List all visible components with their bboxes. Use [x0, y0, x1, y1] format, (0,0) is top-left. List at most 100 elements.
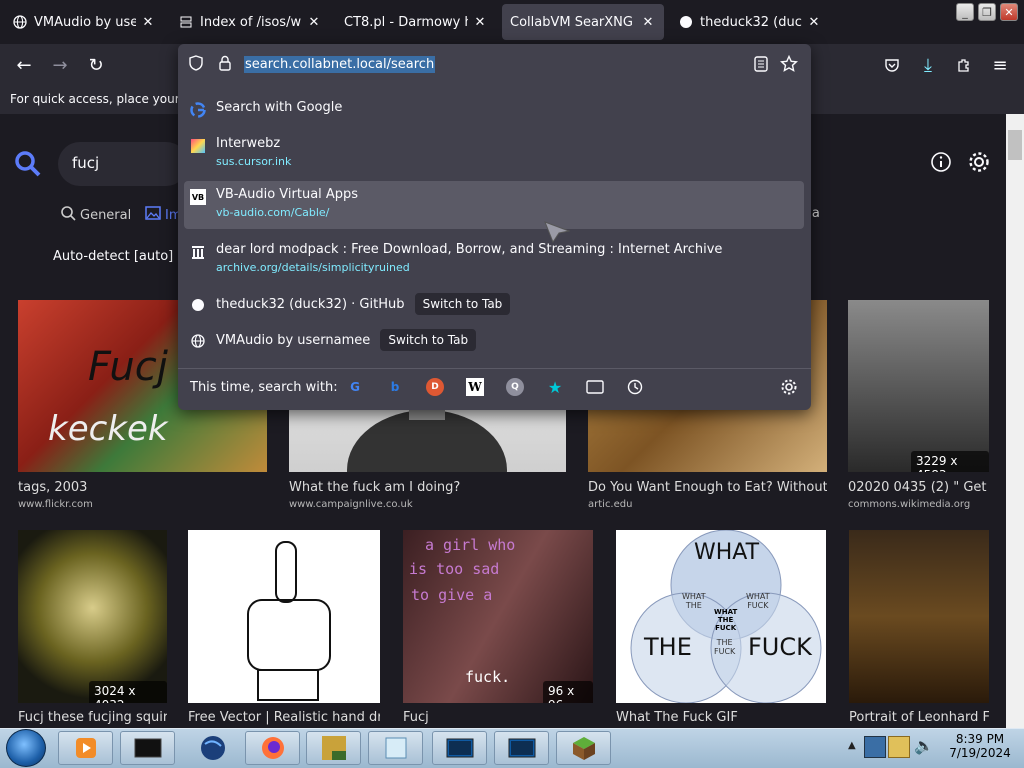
category-general[interactable]: General — [60, 205, 131, 225]
google-icon[interactable]: G — [346, 378, 364, 396]
result-image[interactable]: 3024 x 4032 — [18, 530, 167, 703]
duckduckgo-icon[interactable]: D — [426, 378, 444, 396]
suggestion-url: archive.org/details/simplicityruined — [216, 261, 410, 274]
tab-label: CT8.pl - Darmowy hostin — [344, 14, 468, 30]
svg-text:to give a: to give a — [411, 586, 492, 604]
tab-ct8[interactable]: CT8.pl - Darmowy hostin ✕ — [336, 4, 496, 40]
search-engine-icon[interactable]: Q — [506, 378, 524, 396]
gear-icon[interactable] — [967, 150, 991, 178]
scrollbar[interactable] — [1006, 114, 1024, 728]
minecraft-icon[interactable] — [556, 731, 611, 765]
extensions-icon[interactable] — [950, 51, 978, 79]
close-icon[interactable]: ✕ — [306, 15, 322, 30]
venn-label: WHAT THE — [682, 592, 706, 610]
result-title[interactable]: What the fuck am I doing? — [289, 480, 566, 495]
colorful-square-icon — [190, 138, 206, 154]
server-icon — [178, 14, 194, 30]
result-title[interactable]: 02020 0435 (2) " Get t... — [848, 480, 989, 495]
svg-text:is too sad: is too sad — [409, 560, 499, 578]
wikipedia-icon[interactable]: W — [466, 378, 484, 396]
notepad-icon[interactable] — [368, 731, 423, 765]
switch-to-tab-button[interactable]: Switch to Tab — [380, 329, 477, 351]
suggestion-title: theduck32 (duck32) · GitHub — [216, 297, 405, 312]
bonzi-box-icon[interactable] — [306, 731, 361, 765]
reader-view-icon[interactable] — [754, 56, 768, 76]
close-icon[interactable]: ✕ — [140, 15, 156, 30]
star-icon[interactable] — [779, 54, 799, 77]
result-title[interactable]: tags, 2003 — [18, 480, 267, 495]
action-center-icon[interactable] — [888, 736, 910, 758]
bing-icon[interactable]: b — [386, 378, 404, 396]
result-image[interactable] — [188, 530, 380, 703]
media-player-icon[interactable] — [58, 731, 113, 765]
menu-icon[interactable]: ≡ — [986, 51, 1014, 79]
history-icon[interactable] — [626, 378, 644, 396]
globe-app-icon[interactable] — [185, 731, 240, 765]
result-title[interactable]: Free Vector | Realistic hand dr... — [188, 710, 380, 725]
one-off-search-bar: This time, search with: — [178, 368, 811, 408]
suggestion-interwebz[interactable]: Interwebz sus.cursor.ink — [184, 130, 804, 178]
maximize-button[interactable]: ❐ — [978, 3, 996, 21]
tab-collabvm-searxng[interactable]: CollabVM SearXNG ✕ — [502, 4, 664, 40]
window-close-button[interactable]: ✕ — [1000, 3, 1018, 21]
github-icon — [678, 14, 694, 30]
result-title[interactable]: Portrait of Leonhard F... — [849, 710, 989, 725]
result-title[interactable]: Fucj — [403, 710, 593, 725]
bookmarks-star-icon[interactable]: ★ — [546, 378, 564, 397]
pocket-icon[interactable] — [878, 51, 906, 79]
suggestion-archive[interactable]: dear lord modpack : Free Download, Borro… — [184, 236, 804, 284]
forward-button[interactable]: → — [46, 51, 74, 79]
switch-to-tab-button[interactable]: Switch to Tab — [414, 293, 511, 315]
result-title[interactable]: Fucj these fucjing squirl... — [18, 710, 167, 725]
tab-isos[interactable]: Index of /isos/windo ✕ — [170, 4, 330, 40]
result-title[interactable]: Do You Want Enough to Eat? Without ... — [588, 480, 827, 495]
tab-vmaudio[interactable]: VMAudio by userna ✕ — [4, 4, 164, 40]
result-image[interactable]: a girl who is too sad to give a fuck. 96 x … — [403, 530, 593, 703]
result-image[interactable] — [849, 530, 989, 703]
suggestion-vb-audio[interactable]: VB VB-Audio Virtual Apps vb-audio.com/Ca… — [184, 181, 804, 229]
shield-icon[interactable] — [188, 55, 204, 75]
open-tab-github[interactable]: theduck32 (duck32) · GitHub Switch to Ta… — [184, 290, 804, 322]
suggestion-title: dear lord modpack : Free Download, Borro… — [216, 242, 723, 257]
result-title[interactable]: What The Fuck GIF — [616, 710, 826, 725]
clock-date: 7/19/2024 — [949, 746, 1011, 760]
volume-icon[interactable]: 🔈 — [914, 736, 934, 758]
scrollbar-thumb[interactable] — [1008, 130, 1022, 160]
back-button[interactable]: ← — [10, 51, 38, 79]
url-input[interactable]: search.collabnet.local/search — [244, 56, 436, 73]
system-clock[interactable]: 8:39 PM 7/19/2024 — [944, 732, 1016, 760]
vb-audio-icon: VB — [190, 189, 206, 205]
notification-chevron-icon[interactable]: ▲ — [848, 740, 856, 751]
venn-label: WHAT THE FUCK — [714, 608, 738, 632]
window-app-icon[interactable] — [432, 731, 487, 765]
google-icon — [190, 102, 206, 118]
terminal-icon[interactable] — [120, 731, 175, 765]
reload-button[interactable]: ↻ — [82, 51, 110, 79]
download-icon[interactable]: ⤓ — [914, 51, 942, 79]
close-icon[interactable]: ✕ — [806, 15, 822, 30]
close-icon[interactable]: ✕ — [472, 15, 488, 30]
venn-label: FUCK — [748, 633, 812, 661]
minimize-button[interactable]: _ — [956, 3, 974, 21]
close-icon[interactable]: ✕ — [640, 15, 656, 30]
info-icon[interactable] — [930, 151, 952, 177]
result-image[interactable]: 3229 x 4583 — [848, 300, 989, 472]
suggestion-title: Interwebz — [216, 136, 281, 151]
window-app-icon-2[interactable] — [494, 731, 549, 765]
result-source: www.flickr.com — [18, 499, 93, 510]
start-button[interactable] — [6, 729, 46, 767]
open-tab-vmaudio[interactable]: VMAudio by usernamee Switch to Tab — [184, 326, 804, 358]
search-with-google[interactable]: Search with Google — [184, 94, 804, 122]
search-with-label: This time, search with: — [190, 380, 338, 395]
tab-theduck32[interactable]: theduck32 (duck32) ✕ — [670, 4, 830, 40]
search-input[interactable]: fucj — [58, 142, 188, 186]
category-images[interactable]: Im — [145, 205, 182, 225]
lock-icon[interactable] — [218, 55, 232, 75]
result-source: commons.wikimedia.org — [848, 499, 971, 510]
result-image[interactable]: WHAT THE FUCK WHAT THE WHAT FUCK WHAT TH… — [616, 530, 826, 703]
firefox-icon[interactable] — [245, 731, 300, 765]
language-select[interactable]: Auto-detect [auto] — [53, 249, 173, 264]
tabs-icon[interactable] — [586, 378, 604, 396]
search-settings-gear-icon[interactable] — [780, 378, 798, 396]
network-icon[interactable] — [864, 736, 886, 758]
